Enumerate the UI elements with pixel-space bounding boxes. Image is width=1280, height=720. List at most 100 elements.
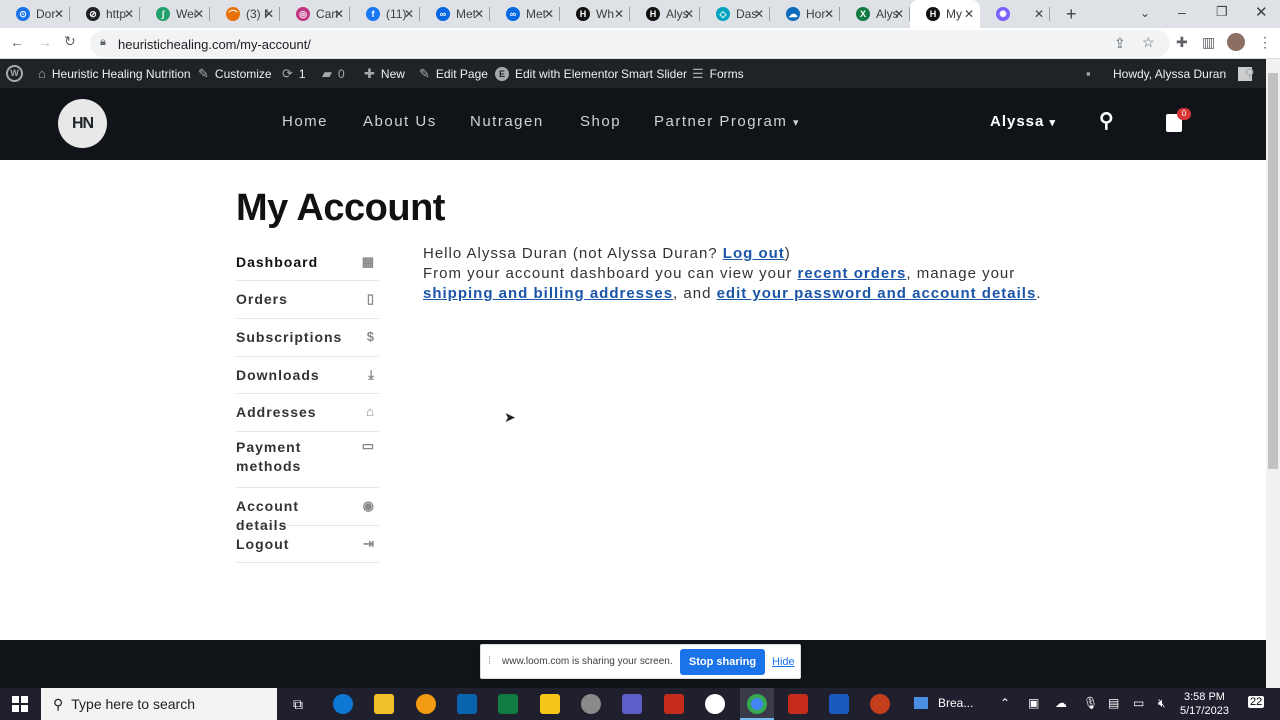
taskbar-search[interactable]: ⚲ Type here to search xyxy=(41,688,277,720)
tray-icon[interactable]: ▣ xyxy=(1028,696,1039,710)
recent-orders-link[interactable]: recent orders xyxy=(798,265,907,282)
addresses-link[interactable]: shipping and billing addresses xyxy=(423,285,673,302)
nav-nutragen[interactable]: Nutragen xyxy=(470,113,544,130)
notification-icon[interactable]: ▪ xyxy=(1086,59,1091,88)
tab-close-icon[interactable]: ✕ xyxy=(964,7,974,21)
browser-tab[interactable]: ⌒ (3) F ✕ xyxy=(210,0,280,28)
task-view-icon[interactable]: ⧉ xyxy=(293,696,303,713)
chrome-taskbar-button[interactable] xyxy=(740,688,774,720)
address-bar[interactable]: 🔒︎ heuristichealing.com/my-account/ ⇪ ☆ xyxy=(90,30,1170,57)
bookmark-star-icon[interactable]: ☆ xyxy=(1142,34,1155,51)
tab-close-icon[interactable]: ✕ xyxy=(684,7,694,21)
browser-tab[interactable]: ∞ Met ✕ xyxy=(490,0,560,28)
sticky-notes-icon[interactable] xyxy=(540,694,560,714)
browser-tab[interactable]: H My ✕ xyxy=(910,0,980,28)
account-nav-item[interactable]: Logout ⇥ xyxy=(236,526,379,563)
teams-icon[interactable] xyxy=(622,694,642,714)
tab-close-icon[interactable]: ✕ xyxy=(54,7,64,21)
wp-customize[interactable]: ✎ Customize xyxy=(198,59,272,88)
extensions-icon[interactable]: ✚ xyxy=(1176,34,1188,51)
browser-tab[interactable]: ∞ Met ✕ xyxy=(420,0,490,28)
browser-tab[interactable]: ☁ Hor ✕ xyxy=(770,0,840,28)
taskbar-clock[interactable]: 3:58 PM 5/17/2023 xyxy=(1180,690,1229,718)
tab-close-icon[interactable]: ✕ xyxy=(404,7,414,21)
wp-comments[interactable]: ▰ 0 xyxy=(322,59,345,88)
windows-start-icon[interactable] xyxy=(12,696,28,712)
search-icon[interactable]: ⚲ xyxy=(1099,108,1114,133)
browser-tab[interactable]: ✺ ✕ xyxy=(980,0,1050,28)
tray-icon[interactable]: ☁ xyxy=(1055,696,1067,710)
tab-close-icon[interactable]: ✕ xyxy=(194,7,204,21)
wp-elementor[interactable]: E Edit with Elementor xyxy=(495,59,618,88)
app-icon[interactable] xyxy=(416,694,436,714)
account-details-link[interactable]: edit your password and account details xyxy=(717,285,1037,302)
tab-search-icon[interactable]: ⌄ xyxy=(1140,6,1150,20)
restore-icon[interactable]: ❐ xyxy=(1216,4,1228,20)
account-nav-item[interactable]: Addresses ⌂ xyxy=(236,394,379,432)
browser-tab[interactable]: ∫ Wei ✕ xyxy=(140,0,210,28)
browser-tab[interactable]: X Alys ✕ xyxy=(840,0,910,28)
tab-close-icon[interactable]: ✕ xyxy=(334,7,344,21)
app-icon[interactable] xyxy=(705,694,725,714)
site-logo[interactable]: HN xyxy=(58,99,107,148)
wp-site-name[interactable]: ⌂ Heuristic Healing Nutrition xyxy=(38,59,191,88)
browser-tab[interactable]: ⊙ Dor ✕ xyxy=(0,0,70,28)
account-nav-item[interactable]: Subscriptions $ xyxy=(236,319,379,357)
account-nav-item[interactable]: Account details ◉ xyxy=(236,488,379,533)
nav-home[interactable]: Home xyxy=(282,113,328,130)
microphone-icon[interactable]: 🎙︎ xyxy=(1083,696,1098,710)
powerpoint-icon[interactable] xyxy=(870,694,890,714)
forward-icon[interactable]: → xyxy=(38,34,52,50)
browser-tab[interactable]: H Wh ✕ xyxy=(560,0,630,28)
nav-shop[interactable]: Shop xyxy=(580,113,621,130)
url-text[interactable]: heuristichealing.com/my-account/ xyxy=(118,37,311,52)
back-icon[interactable]: ← xyxy=(10,34,24,50)
logout-link[interactable]: Log out xyxy=(723,245,785,262)
tab-close-icon[interactable]: ✕ xyxy=(754,7,764,21)
account-nav-item[interactable]: Downloads ⤓ xyxy=(236,357,379,394)
wp-new[interactable]: ✚ New xyxy=(364,59,405,88)
side-panel-icon[interactable]: ▥ xyxy=(1202,34,1215,51)
word-icon[interactable] xyxy=(829,694,849,714)
account-nav-item[interactable]: Dashboard ▦ xyxy=(236,244,379,281)
battery-icon[interactable]: ▭ xyxy=(1133,696,1144,710)
wp-edit-page[interactable]: ✎ Edit Page xyxy=(419,59,488,88)
browser-tab[interactable]: H Alys ✕ xyxy=(630,0,700,28)
edge-icon[interactable] xyxy=(333,694,353,714)
file-explorer-icon[interactable] xyxy=(374,694,394,714)
tray-chevron-icon[interactable]: ⌃ xyxy=(1000,696,1010,710)
tab-close-icon[interactable]: ✕ xyxy=(1034,7,1044,21)
app-icon[interactable] xyxy=(664,694,684,714)
drag-handle-icon[interactable]: ⁞ xyxy=(488,655,491,667)
stop-sharing-button[interactable]: Stop sharing xyxy=(680,649,765,675)
tray-icon[interactable]: ▤ xyxy=(1108,696,1119,710)
browser-tab[interactable]: ◎ Can ✕ xyxy=(280,0,350,28)
excel-icon[interactable] xyxy=(498,694,518,714)
nav-about-us[interactable]: About Us xyxy=(363,113,437,130)
notifications-badge[interactable]: 22 xyxy=(1248,696,1265,708)
wp-smart-slider[interactable]: Smart Slider xyxy=(621,59,687,88)
share-icon[interactable]: ⇪ xyxy=(1114,35,1126,52)
volume-icon[interactable]: 🔇︎ xyxy=(1158,696,1166,711)
browser-tab[interactable]: f (11) ✕ xyxy=(350,0,420,28)
scroll-thumb[interactable] xyxy=(1268,73,1278,469)
outlook-icon[interactable] xyxy=(457,694,477,714)
tab-close-icon[interactable]: ✕ xyxy=(474,7,484,21)
tab-close-icon[interactable]: ✕ xyxy=(894,7,904,21)
browser-tab[interactable]: ◇ Das ✕ xyxy=(700,0,770,28)
hide-link[interactable]: Hide xyxy=(772,656,795,668)
tab-close-icon[interactable]: ✕ xyxy=(544,7,554,21)
wp-logo-icon[interactable]: W xyxy=(6,59,23,88)
new-tab-icon[interactable]: + xyxy=(1066,4,1077,25)
close-window-icon[interactable]: ✕ xyxy=(1255,3,1268,21)
tab-close-icon[interactable]: ✕ xyxy=(124,7,134,21)
tab-close-icon[interactable]: ✕ xyxy=(614,7,624,21)
minimize-icon[interactable]: – xyxy=(1178,4,1186,20)
wp-updates[interactable]: ⟳ 1 xyxy=(282,59,306,88)
browser-tab[interactable]: ⊘ http ✕ xyxy=(70,0,140,28)
nav-partner-program[interactable]: Partner Program ▾ xyxy=(654,113,800,130)
wp-forms[interactable]: ☰ Forms xyxy=(692,59,744,88)
page-scrollbar[interactable] xyxy=(1266,59,1280,688)
security-icon[interactable] xyxy=(788,694,808,714)
profile-avatar[interactable] xyxy=(1227,33,1245,51)
